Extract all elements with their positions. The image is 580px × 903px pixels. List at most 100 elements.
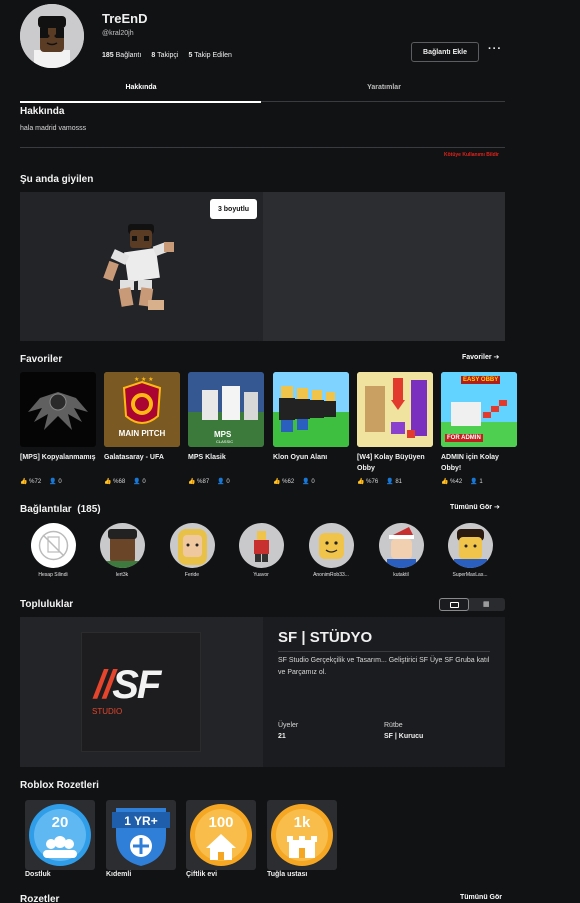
clones-icon bbox=[273, 372, 349, 447]
connection-item[interactable]: kutaktil bbox=[369, 523, 433, 578]
badge-friendship[interactable]: 20 bbox=[25, 800, 95, 870]
badge-number: 1 YR+ bbox=[124, 814, 158, 828]
connection-name: Hesap Silindi bbox=[38, 572, 68, 578]
avatar-face-icon bbox=[177, 529, 207, 565]
avatar-face-icon bbox=[318, 533, 344, 559]
favorite-game-card[interactable]: EASY OBBY FOR ADMIN ADMIN için Kolay Obb… bbox=[441, 372, 517, 485]
community-divider bbox=[278, 651, 490, 652]
community-name[interactable]: SF | STÜDYO bbox=[278, 629, 372, 646]
connection-name: Yuavor bbox=[253, 572, 269, 578]
mps-logo-subtext: CLASSIC bbox=[216, 439, 234, 444]
badges-see-all[interactable]: Tümünü Gör bbox=[460, 894, 502, 901]
easy-obby-label: EASY OBBY bbox=[461, 376, 501, 384]
wearing-items-panel bbox=[263, 192, 505, 341]
game-thumbnail bbox=[20, 372, 96, 447]
more-options-icon[interactable]: ··· bbox=[488, 43, 502, 55]
game-thumbnail bbox=[273, 372, 349, 447]
favorite-game-card[interactable]: MPS CLASSIC MPS Klasik 👍 %87 👤 0 bbox=[188, 372, 264, 485]
deleted-avatar bbox=[30, 523, 76, 568]
game-thumbnail: MPS CLASSIC bbox=[188, 372, 264, 447]
about-description: hala madrid vamosss bbox=[20, 125, 87, 132]
about-title: Hakkında bbox=[20, 106, 65, 117]
favorite-game-card[interactable]: [W4] Kolay Büyüyen Obby 👍 %76 👤 81 bbox=[357, 372, 433, 485]
wearing-title: Şu anda giyilen bbox=[20, 174, 94, 185]
tab-about[interactable]: Hakkında bbox=[20, 84, 262, 91]
game-stats: 👍 %76 👤 81 bbox=[357, 479, 403, 485]
connection-item[interactable]: Feride bbox=[160, 523, 224, 578]
stat-connections[interactable]: 185 Bağlantı bbox=[102, 52, 141, 59]
veteran-badge-icon bbox=[112, 808, 170, 866]
about-divider bbox=[20, 147, 505, 148]
game-name: [MPS] Kopyalanmamış bbox=[20, 454, 96, 461]
connection-name: lert3k bbox=[115, 572, 129, 578]
members-label: Üyeler bbox=[278, 722, 299, 729]
arrow-right-icon: ➔ bbox=[493, 504, 500, 511]
avatar-figure-icon bbox=[253, 531, 269, 562]
connection-item[interactable]: Yuavor bbox=[229, 523, 293, 578]
toggle-3d-button[interactable]: 3 boyutlu bbox=[210, 199, 257, 219]
for-admin-label: FOR ADMIN bbox=[445, 434, 483, 442]
connection-avatar bbox=[378, 523, 424, 568]
thumbs-up-icon: 👍 bbox=[104, 479, 112, 485]
connection-name: AnonimRob33... bbox=[313, 572, 349, 578]
game-stats: 👍 %87 👤 0 bbox=[188, 479, 230, 485]
game-name: Galatasaray - UFA bbox=[104, 454, 164, 461]
game-stats: 👍 %42 👤 1 bbox=[441, 479, 483, 485]
grid-view-icon[interactable]: ▦ bbox=[483, 600, 490, 608]
favorites-see-all[interactable]: Favoriler ➔ bbox=[462, 353, 499, 361]
player-icon: 👤 bbox=[470, 479, 478, 485]
connection-name: SuperMaxLas... bbox=[452, 572, 488, 578]
community-description: SF Studio Gerçekçilik ve Tasarım... Geli… bbox=[278, 657, 490, 676]
badge-label: Kıdemli bbox=[106, 871, 132, 878]
player-icon: 👤 bbox=[302, 479, 310, 485]
view-toggle[interactable]: ▦ bbox=[439, 598, 505, 611]
main-pitch-label: MAIN PITCH bbox=[118, 429, 166, 438]
badge-homestead[interactable]: 100 bbox=[186, 800, 256, 870]
player-icon: 👤 bbox=[49, 479, 57, 485]
stat-followers[interactable]: 8 Takipçi bbox=[151, 52, 178, 59]
favorite-game-card[interactable]: ★ ★ ★ MAIN PITCH Galatasaray - UFA 👍 %68… bbox=[104, 372, 180, 485]
profile-avatar[interactable] bbox=[20, 4, 84, 68]
connection-item[interactable]: SuperMaxLas... bbox=[438, 523, 502, 578]
roblox-badges-title: Roblox Rozetleri bbox=[20, 780, 99, 791]
connection-avatar bbox=[447, 523, 493, 568]
game-stats: 👍 %62 👤 0 bbox=[273, 479, 315, 485]
game-name: ADMIN için Kolay Obby! bbox=[441, 454, 499, 472]
badge-label: Dostluk bbox=[25, 871, 51, 878]
sf-logo-subtext: STUDIO bbox=[92, 707, 123, 716]
communities-title: Topluluklar bbox=[20, 599, 74, 610]
connection-name: Feride bbox=[184, 572, 200, 578]
avatar-figure-icon bbox=[20, 4, 84, 68]
add-connection-button[interactable]: Bağlantı Ekle bbox=[411, 42, 479, 62]
arrow-right-icon: ➔ bbox=[493, 354, 500, 361]
connection-avatar bbox=[238, 523, 284, 568]
connection-item[interactable]: Hesap Silindi bbox=[21, 523, 85, 578]
report-abuse-link[interactable]: Kötüye Kullanımı Bildir bbox=[444, 152, 499, 158]
connection-item[interactable]: lert3k bbox=[90, 523, 154, 578]
rank-value: SF | Kurucu bbox=[384, 733, 424, 740]
game-name: Klon Oyun Alanı bbox=[273, 454, 328, 461]
thumbs-up-icon: 👍 bbox=[188, 479, 196, 485]
thumbs-up-icon: 👍 bbox=[357, 479, 365, 485]
community-logo: //SF STUDIO bbox=[81, 632, 201, 752]
badge-veteran[interactable]: 1 YR+ bbox=[106, 800, 176, 870]
connections-see-all[interactable]: Tümünü Gör ➔ bbox=[450, 503, 500, 511]
stat-following[interactable]: 5 Takip Edilen bbox=[188, 52, 231, 59]
slideshow-view-icon[interactable] bbox=[439, 598, 469, 611]
tab-creations[interactable]: Yaratımlar bbox=[263, 84, 505, 91]
thumbs-up-icon: 👍 bbox=[441, 479, 449, 485]
favorite-game-card[interactable]: Klon Oyun Alanı 👍 %62 👤 0 bbox=[273, 372, 349, 485]
connection-name: kutaktil bbox=[393, 572, 409, 578]
badge-bricksmith[interactable]: 1k bbox=[267, 800, 337, 870]
badge-label: Tuğla ustası bbox=[267, 871, 308, 878]
badge-number: 1k bbox=[293, 814, 311, 831]
favorite-game-card[interactable]: [MPS] Kopyalanmamış 👍 %72 👤 0 bbox=[20, 372, 96, 485]
username: @kral20jh bbox=[102, 30, 134, 37]
bricksmith-badge-icon bbox=[271, 804, 333, 866]
badge-number: 20 bbox=[51, 814, 69, 831]
connection-item[interactable]: AnonimRob33... bbox=[299, 523, 363, 578]
display-name: TreEnD bbox=[102, 11, 148, 26]
connection-avatar bbox=[169, 523, 215, 568]
thumbs-up-icon: 👍 bbox=[20, 479, 28, 485]
badges-title: Rozetler bbox=[20, 894, 60, 903]
